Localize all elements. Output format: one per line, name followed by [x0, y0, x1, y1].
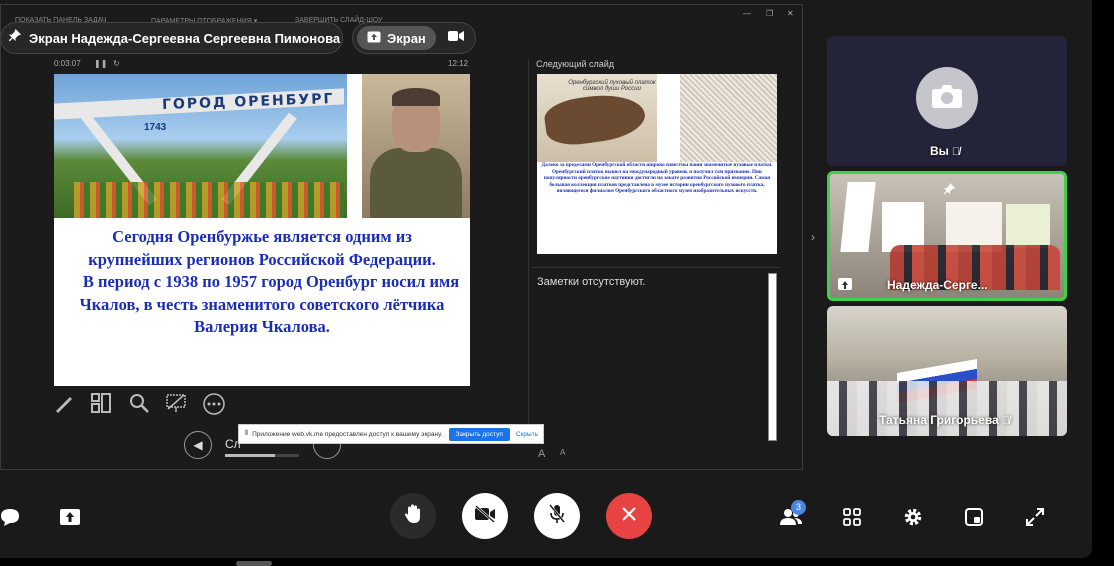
call-window: ПОКАЗАТЬ ПАНЕЛЬ ЗАДАЧ ПАРАМЕТРЫ ОТОБРАЖЕ… — [0, 0, 1092, 558]
next-slide-preview[interactable]: Оренбургский пуховый платок символ души … — [537, 74, 777, 254]
participant-count-badge: 3 — [791, 500, 806, 515]
restore-icon[interactable]: ❐ — [766, 9, 773, 18]
city-sign-photo: ГОРОД ОРЕНБУРГ 1743 — [54, 74, 347, 218]
notification-message: Приложение web.vk.me предоставлен доступ… — [252, 430, 443, 438]
screen-access-notification: ⦀ Приложение web.vk.me предоставлен дост… — [238, 424, 544, 444]
restart-icon[interactable]: ↻ — [113, 59, 120, 68]
stop-sharing-button[interactable]: Закрыть доступ — [448, 427, 510, 441]
elapsed-timer: 0:03:07 — [54, 59, 81, 68]
flowerbed — [74, 182, 344, 218]
slide-progress — [225, 454, 299, 457]
hand-icon — [402, 503, 424, 530]
more-options-icon[interactable] — [202, 392, 226, 416]
minimize-icon[interactable]: — — [743, 9, 751, 18]
chat-icon[interactable] — [0, 505, 20, 529]
increase-font-button[interactable]: A — [538, 448, 545, 460]
current-slide: ГОРОД ОРЕНБУРГ 1743 Сегодня Оренбуржье я… — [54, 74, 470, 386]
raise-hand-button[interactable] — [390, 493, 436, 539]
share-screen-icon — [367, 31, 381, 46]
pause-icon[interactable]: ❚❚ — [94, 59, 107, 68]
chkalov-portrait — [362, 74, 470, 218]
decrease-font-button[interactable]: A — [560, 448, 565, 457]
participant-name: Надежда-Серге... — [887, 278, 988, 292]
microphone-toggle-button[interactable] — [534, 493, 580, 539]
next-slide-label: Следующий слайд — [536, 59, 615, 69]
participant-name: Вы 🎙̸ — [930, 144, 960, 158]
gear-icon[interactable] — [901, 505, 925, 529]
notes-scrollbar[interactable] — [768, 273, 777, 441]
page-scrollbar[interactable] — [236, 561, 272, 566]
sharing-screen-icon — [838, 278, 852, 290]
participant-name: Татьяна Григорьева 🎙̸ — [879, 413, 1010, 427]
participant-name-text: Вы — [930, 144, 949, 158]
participant-tile-active[interactable]: Надежда-Серге... — [827, 171, 1067, 301]
slide-text-2: В период с 1938 по 1957 город Оренбург н… — [79, 272, 460, 336]
close-icon — [620, 505, 638, 528]
hair — [392, 88, 440, 106]
screen-share-title-pill: Экран Надежда-Сергеевна Сергеевна Пимоно… — [0, 22, 343, 54]
banner — [1006, 204, 1050, 248]
classroom-participants — [827, 381, 1067, 436]
slide-text-1: Сегодня Оренбуржье является одним из кру… — [88, 227, 436, 269]
camera-off-icon — [473, 504, 497, 529]
shared-screen: ПОКАЗАТЬ ПАНЕЛЬ ЗАДАЧ ПАРАМЕТРЫ ОТОБРАЖЕ… — [0, 4, 803, 470]
black-screen-icon[interactable] — [165, 392, 187, 416]
shawl-map-shape — [542, 89, 648, 149]
sign-year: 1743 — [144, 122, 167, 133]
grid-layout-icon[interactable] — [840, 505, 864, 529]
notes-panel[interactable]: Заметки отсутствуют. — [532, 267, 780, 443]
shawl-map-photo: Оренбургский пуховый платок символ души … — [537, 74, 657, 162]
camera-off-avatar — [916, 67, 978, 129]
panel-divider — [528, 59, 529, 443]
participant-tile[interactable]: Татьяна Григорьева 🎙̸ — [827, 306, 1067, 436]
picture-in-picture-icon[interactable] — [962, 505, 986, 529]
pen-icon[interactable] — [53, 392, 75, 416]
pin-icon[interactable] — [9, 29, 22, 47]
screen-share-controls: Экран — [352, 22, 476, 54]
notification-icon: ⦀ — [245, 430, 249, 437]
camera-icon — [931, 83, 963, 114]
previous-slide-button[interactable]: ◀ — [184, 431, 212, 459]
camera-toggle-button[interactable] — [462, 493, 508, 539]
screen-focus-button[interactable]: Экран — [357, 26, 436, 50]
sign-text: ГОРОД ОРЕНБУРГ — [161, 90, 335, 114]
participant-name-text: Татьяна Григорьева — [879, 413, 999, 427]
next-slide-text: Далеко за пределами Оренбургской области… — [541, 162, 773, 195]
lace-shawl-photo — [680, 74, 777, 162]
pin-icon[interactable] — [944, 182, 956, 200]
screen-share-title: Экран Надежда-Сергеевна Сергеевна Пимоно… — [29, 30, 341, 46]
banner — [840, 182, 876, 252]
participant-tile-self[interactable]: Вы 🎙̸ — [827, 36, 1067, 166]
uniform — [370, 148, 462, 218]
video-icon[interactable] — [447, 29, 464, 47]
close-icon[interactable]: ✕ — [787, 9, 794, 18]
share-screen-icon[interactable] — [58, 505, 82, 529]
slide-text: Сегодня Оренбуржье является одним из кру… — [64, 226, 460, 339]
notes-text: Заметки отсутствуют. — [537, 276, 646, 288]
screen-button-label: Экран — [387, 30, 426, 46]
expand-panel-chevron-icon[interactable]: › — [811, 230, 815, 244]
mic-off-icon: 🎙̸ — [951, 146, 961, 158]
mic-off-icon — [547, 503, 567, 530]
fullscreen-icon[interactable] — [1023, 505, 1047, 529]
hide-notification-link[interactable]: Скрыть — [516, 431, 538, 438]
end-call-button[interactable] — [606, 493, 652, 539]
clock: 12:12 — [448, 59, 469, 68]
mic-off-icon: 🎙̸ — [1001, 415, 1010, 427]
next-slide-caption: Оренбургский пуховый платок символ души … — [568, 80, 656, 92]
zoom-icon[interactable] — [128, 392, 150, 416]
slides-grid-icon[interactable] — [90, 392, 112, 416]
slide-progress-fill — [225, 454, 276, 457]
